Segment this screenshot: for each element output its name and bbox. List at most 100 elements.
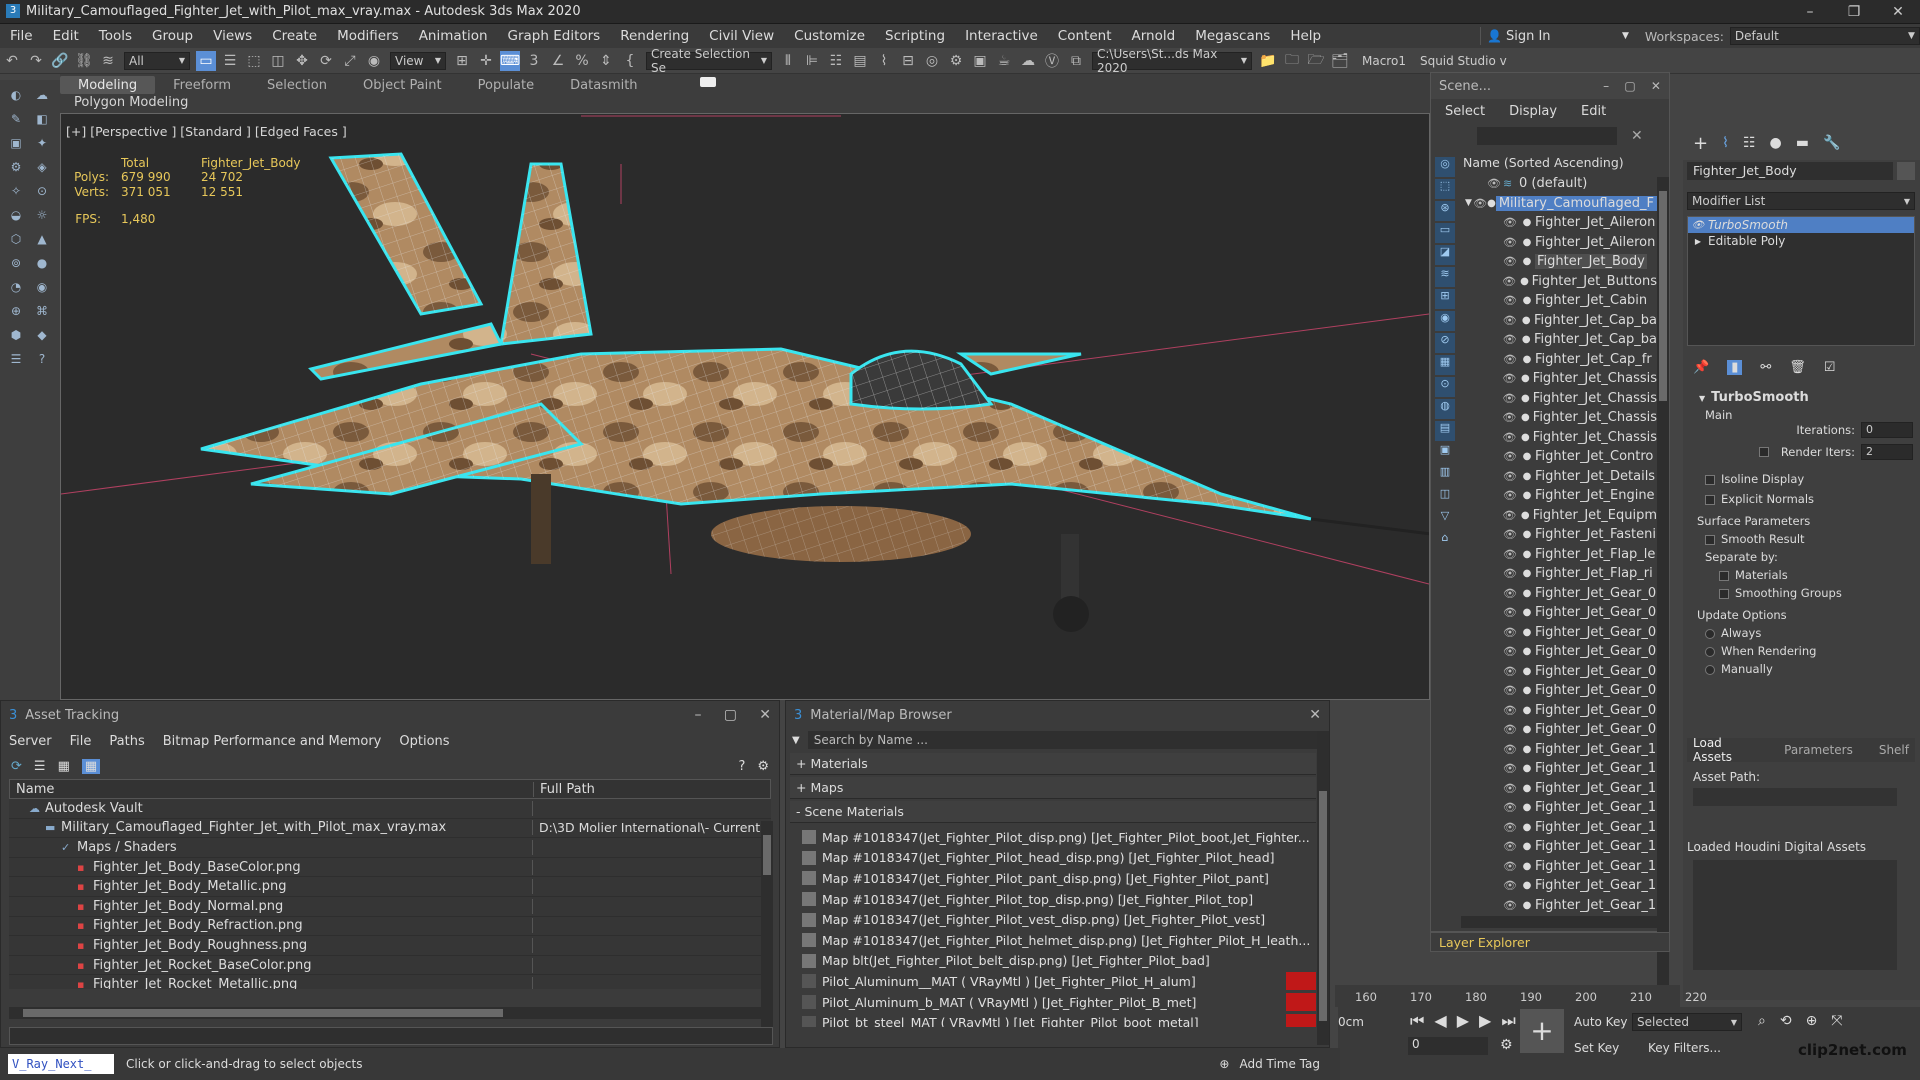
ribbon-toggle-icon[interactable] <box>700 77 716 87</box>
menu-create[interactable]: Create <box>262 28 327 44</box>
eye-icon[interactable]: 👁 <box>1501 372 1518 385</box>
material-item[interactable]: Map #1018347(Jet_Fighter_Pilot_head_disp… <box>802 848 1316 869</box>
playback-controls[interactable]: ⏮◀▶▶⏭ <box>1410 1011 1526 1031</box>
tool-2-icon[interactable]: ☁ <box>32 86 52 104</box>
menu-megascans[interactable]: Megascans <box>1185 28 1280 44</box>
set-key-button[interactable]: Set Key <box>1574 1041 1619 1055</box>
scene-filter-17-icon[interactable]: ▽ <box>1435 509 1455 529</box>
scene-item-row[interactable]: 👁 ● Fighter_Jet_Gear_1 <box>1461 798 1657 818</box>
eye-icon[interactable]: 👁 <box>1501 216 1519 229</box>
key-selection-select[interactable]: Selected ▼ <box>1632 1013 1742 1031</box>
scene-hscrollbar[interactable] <box>1461 916 1657 928</box>
scene-filter-18-icon[interactable]: ⌂ <box>1435 531 1455 551</box>
asset-hscrollbar[interactable] <box>9 1007 761 1019</box>
folder-open-icon[interactable]: 🗂 <box>1330 51 1350 71</box>
tool-20-icon[interactable]: ⌘ <box>32 302 52 320</box>
tool-4-icon[interactable]: ◧ <box>32 110 52 128</box>
layer-default-row[interactable]: 👁 ≋ 0 (default) <box>1461 174 1657 194</box>
scene-item-row[interactable]: 👁 ● Fighter_Jet_Chassis <box>1461 408 1657 428</box>
scene-filter-5-icon[interactable]: ◪ <box>1435 245 1455 265</box>
menu-rendering[interactable]: Rendering <box>610 28 699 44</box>
material-item[interactable]: Map #1018347(Jet_Fighter_Pilot_top_disp.… <box>802 889 1316 910</box>
timeline-ruler[interactable]: 160 170 180 190 200 210 220 <box>1335 985 1707 1007</box>
reference-coord-select[interactable]: View ▼ <box>390 51 446 70</box>
eye-icon[interactable]: 👁 <box>1501 840 1519 853</box>
named-selection-select[interactable]: Create Selection Se ▼ <box>646 47 772 75</box>
scene-item-row[interactable]: 👁 ● Fighter_Jet_Gear_0 <box>1461 701 1657 721</box>
menu-interactive[interactable]: Interactive <box>955 28 1048 44</box>
asset-row[interactable]: ▪ Fighter_Jet_Body_BaseColor.png <box>9 858 771 878</box>
scene-item-row[interactable]: 👁 ● Fighter_Jet_Cabin <box>1461 291 1657 311</box>
scene-item-row[interactable]: 👁 ● Fighter_Jet_Gear_0 <box>1461 662 1657 682</box>
material-item[interactable]: Pilot_Aluminum__MAT ( VRayMtl ) [Jet_Fig… <box>802 971 1316 992</box>
eye-icon[interactable]: 👁 <box>1501 684 1519 697</box>
collapse-icon[interactable]: ▼ <box>1465 198 1473 208</box>
eye-icon[interactable]: 👁 <box>1688 220 1708 231</box>
asset-row[interactable]: ✓ Maps / Shaders <box>9 838 771 858</box>
asset-row[interactable]: ☁ Autodesk Vault <box>9 799 771 819</box>
asset-tracking-window-controls[interactable]: – ▢ ✕ <box>695 707 771 723</box>
when-rendering-radio[interactable]: When Rendering <box>1705 644 1816 658</box>
eye-icon[interactable]: 👁 <box>1501 236 1519 249</box>
material-item[interactable]: Map #1018347(Jet_Fighter_Pilot_pant_disp… <box>802 868 1316 889</box>
tool-16-icon[interactable]: ● <box>32 254 52 272</box>
materials-checkbox[interactable]: Materials <box>1719 568 1788 582</box>
rendered-frame-icon[interactable]: ▣ <box>970 51 990 71</box>
scene-item-row[interactable]: 👁 ● Fighter_Jet_Gear_1 <box>1461 896 1657 916</box>
material-item[interactable]: Map #1018347(Jet_Fighter_Pilot_disp.png)… <box>802 827 1316 848</box>
scene-filter-12-icon[interactable]: ◍ <box>1435 399 1455 419</box>
menu-content[interactable]: Content <box>1048 28 1122 44</box>
move-icon[interactable]: ✥ <box>292 51 312 71</box>
menu-animation[interactable]: Animation <box>409 28 498 44</box>
scene-item-row[interactable]: 👁 ● Fighter_Jet_Gear_0 <box>1461 623 1657 643</box>
scale-icon[interactable]: ⤢ <box>340 51 360 71</box>
menu-modifiers[interactable]: Modifiers <box>327 28 409 44</box>
eye-icon[interactable]: 👁 <box>1501 587 1519 600</box>
place-icon[interactable]: ◉ <box>364 51 384 71</box>
curve-editor-icon[interactable]: ⌇ <box>874 51 894 71</box>
eye-icon[interactable]: 👁 <box>1473 197 1487 210</box>
redo-icon[interactable]: ↷ <box>26 51 46 71</box>
navigation-controls[interactable]: ⌕⟲⊕⤧ <box>1758 1013 1857 1029</box>
eye-icon[interactable]: 👁 <box>1501 450 1519 463</box>
eye-icon[interactable]: 👁 <box>1501 333 1518 346</box>
material-section-1[interactable]: + Materials <box>790 753 1316 775</box>
eye-icon[interactable]: 👁 <box>1501 528 1519 541</box>
scene-item-row[interactable]: 👁 ● Fighter_Jet_Gear_1 <box>1461 759 1657 779</box>
asset-menu-server[interactable]: Server <box>9 734 52 749</box>
scene-filter-13-icon[interactable]: ▤ <box>1435 421 1455 441</box>
tool-19-icon[interactable]: ⊕ <box>6 302 26 320</box>
configure-sets-icon[interactable]: ☑ <box>1824 360 1836 375</box>
select-manipulate-icon[interactable]: ✛ <box>476 51 496 71</box>
eye-icon[interactable]: 👁 <box>1501 704 1519 717</box>
modifier-list-select[interactable]: Modifier List ▼ <box>1687 192 1915 210</box>
eye-icon[interactable]: 👁 <box>1501 821 1519 834</box>
window-crossing-icon[interactable]: ◫ <box>268 51 288 71</box>
keyboard-shortcut-icon[interactable]: ⌨ <box>500 50 520 71</box>
ribbon-tab-object-paint[interactable]: Object Paint <box>345 78 460 93</box>
edit-named-sets-icon[interactable]: { <box>620 51 640 71</box>
material-editor-icon[interactable]: ◎ <box>922 51 942 71</box>
asset-row[interactable]: ▪ Fighter_Jet_Body_Metallic.png <box>9 877 771 897</box>
rect-selection-icon[interactable]: ⬚ <box>244 51 264 71</box>
auto-key-button[interactable]: Auto Key <box>1574 1015 1627 1029</box>
scene-item-row[interactable]: 👁 ● Fighter_Jet_Gear_1 <box>1461 740 1657 760</box>
maxscript-listener[interactable]: V_Ray_Next_ <box>8 1054 114 1074</box>
clear-search-icon[interactable]: ✕ <box>1631 128 1643 144</box>
macro-button[interactable]: Macro1 <box>1362 54 1406 68</box>
eye-icon[interactable]: 👁 <box>1501 762 1519 775</box>
scene-item-row[interactable]: 👁 ● Fighter_Jet_Gear_1 <box>1461 818 1657 838</box>
menu-civil-view[interactable]: Civil View <box>699 28 784 44</box>
tool-6-icon[interactable]: ✦ <box>32 134 52 152</box>
squid-studio-button[interactable]: Squid Studio v <box>1420 54 1507 68</box>
scene-item-row[interactable]: 👁 ● Fighter_Jet_Cap_ba <box>1461 311 1657 331</box>
eye-icon[interactable]: 👁 <box>1501 489 1519 502</box>
scene-filter-1-icon[interactable]: ◎ <box>1435 157 1455 177</box>
eye-icon[interactable]: 👁 <box>1501 411 1518 424</box>
material-item[interactable]: Map blt(Jet_Fighter_Pilot_belt_disp.png)… <box>802 951 1316 972</box>
modify-tab-icon[interactable]: ⌇ <box>1722 135 1729 151</box>
material-item[interactable]: Pilot_bt_steel_MAT ( VRayMtl ) [Jet_Figh… <box>802 1012 1316 1027</box>
menu-scripting[interactable]: Scripting <box>875 28 955 44</box>
scene-item-row[interactable]: 👁 ● Fighter_Jet_Gear_0 <box>1461 720 1657 740</box>
scene-menu-select[interactable]: Select <box>1445 104 1485 119</box>
